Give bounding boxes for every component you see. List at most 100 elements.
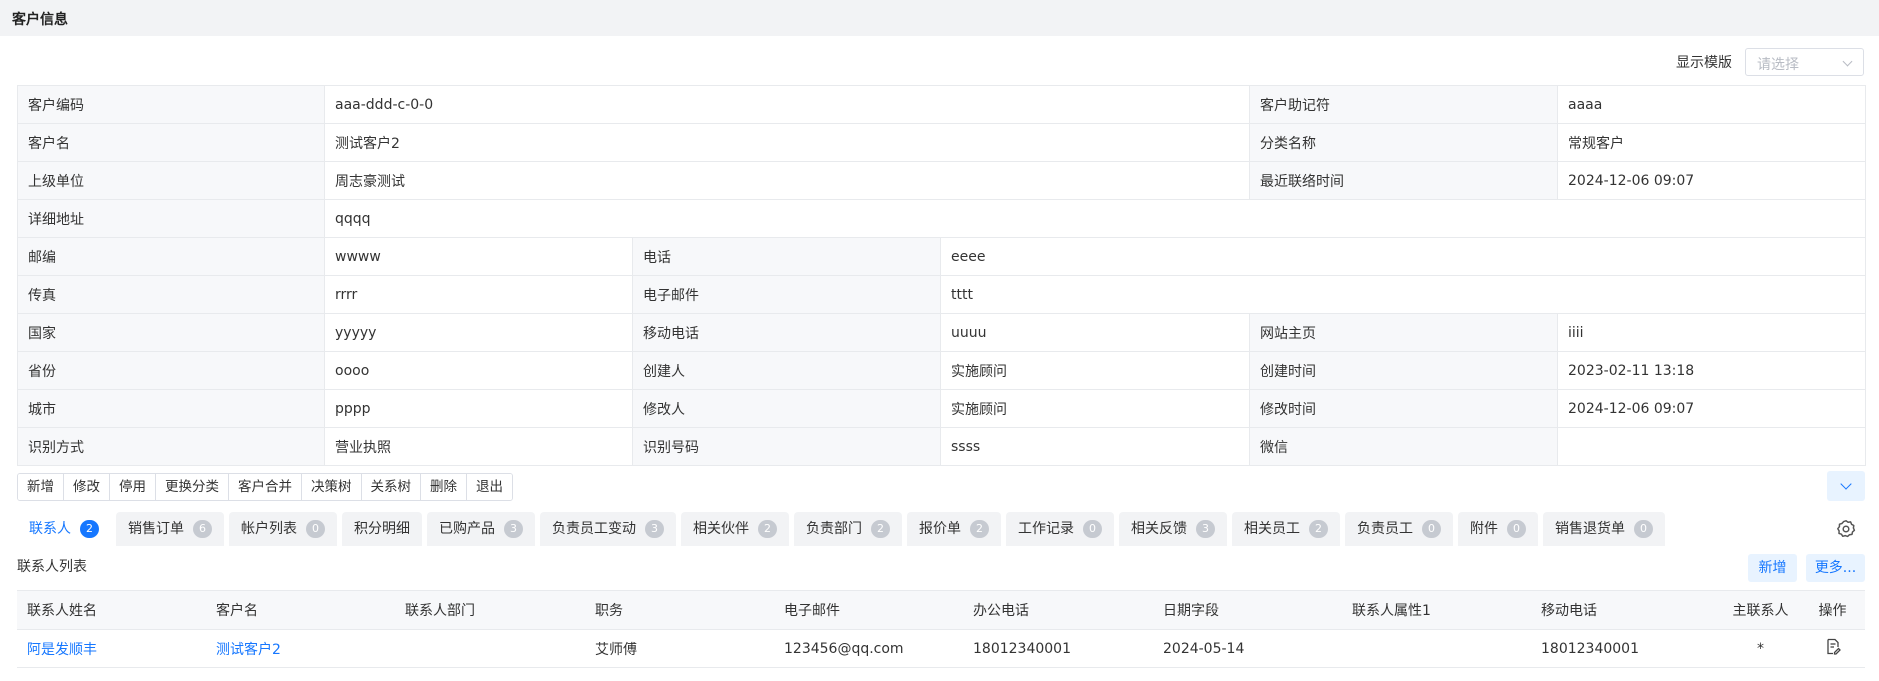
tab-points[interactable]: 积分明细 — [342, 512, 422, 546]
field-value: eeee — [939, 237, 1867, 276]
tab-feedback[interactable]: 相关反馈 3 — [1119, 512, 1227, 546]
tab-label: 附件 — [1470, 521, 1498, 537]
field-label: 创建人 — [632, 351, 941, 390]
collapse-button[interactable] — [1827, 471, 1865, 501]
tab-purchased-products[interactable]: 已购产品 3 — [427, 512, 535, 546]
action-toolbar: 新增 修改 停用 更换分类 客户合并 决策树 关系树 删除 退出 — [17, 473, 513, 501]
field-label: 传真 — [17, 275, 325, 314]
column-header[interactable]: 职务 — [585, 590, 774, 630]
column-header[interactable]: 联系人属性1 — [1342, 590, 1531, 630]
tab-count-badge: 0 — [1507, 520, 1526, 538]
template-select[interactable]: 请选择 — [1745, 48, 1864, 76]
field-value — [1557, 427, 1867, 466]
add-button[interactable]: 新增 — [18, 474, 64, 500]
contact-list-title: 联系人列表 — [17, 559, 87, 575]
column-header[interactable]: 主联系人 — [1721, 590, 1800, 630]
tab-work-records[interactable]: 工作记录 0 — [1006, 512, 1114, 546]
field-value: 实施顾问 — [939, 389, 1251, 428]
column-header[interactable]: 办公电话 — [963, 590, 1153, 630]
field-label: 移动电话 — [632, 313, 941, 352]
column-header[interactable]: 移动电话 — [1531, 590, 1721, 630]
gear-icon[interactable] — [1836, 519, 1856, 539]
field-value: aaaa — [1557, 85, 1867, 124]
tab-attachments[interactable]: 附件 0 — [1458, 512, 1538, 546]
tab-count-badge: 3 — [1196, 520, 1215, 538]
field-value: 测试客户2 — [323, 123, 1251, 162]
decision-tree-button[interactable]: 决策树 — [302, 474, 362, 500]
field-label: 客户助记符 — [1249, 85, 1559, 124]
tab-departments[interactable]: 负责部门 2 — [794, 512, 902, 546]
field-label: 最近联络时间 — [1249, 161, 1559, 200]
tab-partners[interactable]: 相关伙伴 2 — [681, 512, 789, 546]
field-value: 2023-02-11 13:18 — [1557, 351, 1867, 390]
page-title: 客户信息 — [12, 12, 68, 28]
info-row: 详细地址 qqqq — [17, 199, 1867, 238]
tab-count-badge: 6 — [193, 520, 212, 538]
detail-tabs: 联系人 2 销售订单 6 帐户列表 0 积分明细 已购产品 3 负责员工变动 3 相关伙伴… — [17, 512, 1817, 546]
tab-count-badge: 2 — [80, 520, 99, 538]
info-row: 客户编码 aaa-ddd-c-0-0 客户助记符 aaaa — [17, 85, 1867, 124]
relation-tree-button[interactable]: 关系树 — [361, 474, 421, 500]
field-value: 周志豪测试 — [323, 161, 1251, 200]
field-value: qqqq — [323, 199, 1867, 238]
column-header[interactable]: 联系人部门 — [395, 590, 585, 630]
table-cell — [1342, 629, 1531, 668]
customer-name-link[interactable]: 测试客户2 — [216, 642, 281, 658]
document-edit-icon[interactable] — [1825, 638, 1841, 659]
customer-info-table: 客户编码 aaa-ddd-c-0-0 客户助记符 aaaa 客户名 测试客户2 … — [17, 85, 1867, 466]
column-header[interactable]: 客户名 — [206, 590, 395, 630]
tab-accounts[interactable]: 帐户列表 0 — [229, 512, 337, 546]
field-value: 实施顾问 — [939, 351, 1251, 390]
tab-label: 相关员工 — [1244, 521, 1300, 537]
field-label: 详细地址 — [17, 199, 325, 238]
tab-staff-changes[interactable]: 负责员工变动 3 — [540, 512, 676, 546]
info-row: 识别方式 营业执照 识别号码 ssss 微信 — [17, 427, 1867, 466]
merge-customer-button[interactable]: 客户合并 — [229, 474, 302, 500]
edit-button[interactable]: 修改 — [64, 474, 110, 500]
tab-label: 销售退货单 — [1555, 521, 1625, 537]
field-value: ssss — [939, 427, 1251, 466]
page-header: 客户信息 — [0, 0, 1879, 36]
column-header[interactable]: 联系人姓名 — [17, 590, 206, 630]
info-row: 传真 rrrr 电子邮件 tttt — [17, 275, 1867, 314]
field-value: pppp — [324, 389, 633, 428]
field-value: yyyyy — [324, 313, 633, 352]
field-label: 识别方式 — [17, 427, 325, 466]
tab-related-staff[interactable]: 相关员工 2 — [1232, 512, 1340, 546]
info-row: 上级单位 周志豪测试 最近联络时间 2024-12-06 09:07 — [17, 161, 1867, 200]
table-cell: 阿是发顺丰 — [17, 629, 206, 668]
tab-count-badge: 0 — [1083, 520, 1102, 538]
add-contact-button[interactable]: 新增 — [1748, 554, 1797, 582]
tab-contacts[interactable]: 联系人 2 — [17, 512, 111, 546]
table-cell: 艾师傅 — [585, 629, 774, 668]
table-row: 阿是发顺丰 测试客户2 艾师傅 123456@qq.com 1801234000… — [17, 629, 1865, 668]
column-header[interactable]: 日期字段 — [1153, 590, 1342, 630]
field-value: rrrr — [324, 275, 633, 314]
field-label: 上级单位 — [17, 161, 325, 200]
field-value: 2024-12-06 09:07 — [1557, 161, 1867, 200]
contact-name-link[interactable]: 阿是发顺丰 — [27, 642, 97, 658]
field-label: 微信 — [1249, 427, 1559, 466]
field-value: tttt — [939, 275, 1867, 314]
tab-responsible-staff[interactable]: 负责员工 0 — [1345, 512, 1453, 546]
field-label: 邮编 — [17, 237, 325, 276]
field-label: 网站主页 — [1249, 313, 1559, 352]
table-cell: 测试客户2 — [206, 629, 395, 668]
field-label: 国家 — [17, 313, 325, 352]
field-label: 修改时间 — [1249, 389, 1559, 428]
info-row: 国家 yyyyy 移动电话 uuuu 网站主页 iiii — [17, 313, 1867, 352]
tab-label: 帐户列表 — [241, 521, 297, 537]
column-header[interactable]: 电子邮件 — [774, 590, 963, 630]
tab-quotes[interactable]: 报价单 2 — [907, 512, 1001, 546]
field-value: wwww — [324, 237, 633, 276]
disable-button[interactable]: 停用 — [110, 474, 156, 500]
tab-sales-returns[interactable]: 销售退货单 0 — [1543, 512, 1665, 546]
more-button[interactable]: 更多... — [1806, 554, 1865, 582]
change-category-button[interactable]: 更换分类 — [156, 474, 229, 500]
tab-label: 工作记录 — [1018, 521, 1074, 537]
exit-button[interactable]: 退出 — [467, 474, 512, 500]
table-cell: 2024-05-14 — [1153, 629, 1342, 668]
delete-button[interactable]: 删除 — [421, 474, 467, 500]
tab-label: 联系人 — [29, 521, 71, 537]
tab-sales-orders[interactable]: 销售订单 6 — [116, 512, 224, 546]
